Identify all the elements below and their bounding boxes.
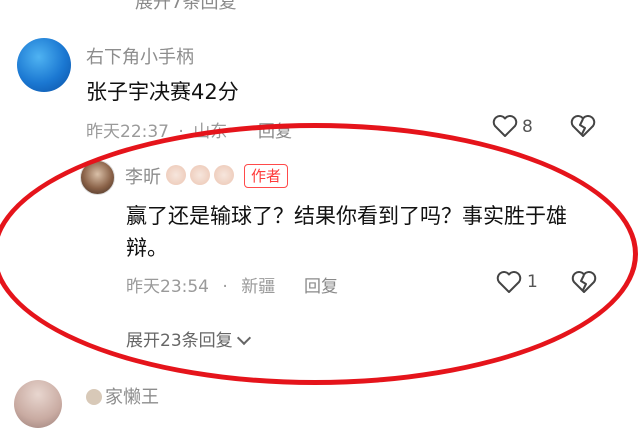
username[interactable]: 右下角小手柄 xyxy=(86,43,194,69)
timestamp: 昨天22:37 xyxy=(86,122,169,142)
like-count: 8 xyxy=(522,117,533,137)
author-tag: 作者 xyxy=(244,164,289,188)
badge-icon xyxy=(86,389,102,405)
medal-badge-icon xyxy=(166,165,186,185)
expand-replies-button[interactable]: 展开23条回复 xyxy=(126,326,251,351)
location: 山东 xyxy=(193,122,228,142)
comment-text: 张子宇决赛42分 xyxy=(86,80,239,104)
heart-icon[interactable] xyxy=(492,114,518,138)
chevron-down-icon xyxy=(236,330,251,346)
medal-badge-icon xyxy=(214,165,234,185)
timestamp: 昨天23:54 xyxy=(126,277,209,297)
reply-button[interactable]: 回复 xyxy=(304,272,338,297)
avatar[interactable] xyxy=(80,160,115,195)
separator: · xyxy=(222,277,228,297)
reply-button[interactable]: 回复 xyxy=(258,117,292,142)
avatar[interactable] xyxy=(14,380,62,428)
like-count: 1 xyxy=(527,272,538,292)
comment-meta: 昨天22:37 · 山东 xyxy=(86,117,227,142)
username[interactable]: 李昕 xyxy=(125,163,161,189)
comment-text: 赢了还是输球了？结果你看到了吗？事实胜于雄辩。 xyxy=(126,204,567,260)
separator: · xyxy=(178,122,184,142)
medal-badge-icon xyxy=(190,165,210,185)
broken-heart-icon[interactable] xyxy=(570,114,596,138)
expand-replies-label: 展开23条回复 xyxy=(126,331,233,351)
avatar[interactable] xyxy=(17,38,71,92)
comment-meta: 昨天23:54 · 新疆 xyxy=(126,272,275,297)
username[interactable]: 家懒王 xyxy=(86,383,159,409)
broken-heart-icon[interactable] xyxy=(571,270,597,294)
expand-previous-replies[interactable]: 展开7条回复 xyxy=(135,0,236,14)
heart-icon[interactable] xyxy=(496,270,522,294)
location: 新疆 xyxy=(241,277,276,297)
username-text: 家懒王 xyxy=(105,387,159,408)
